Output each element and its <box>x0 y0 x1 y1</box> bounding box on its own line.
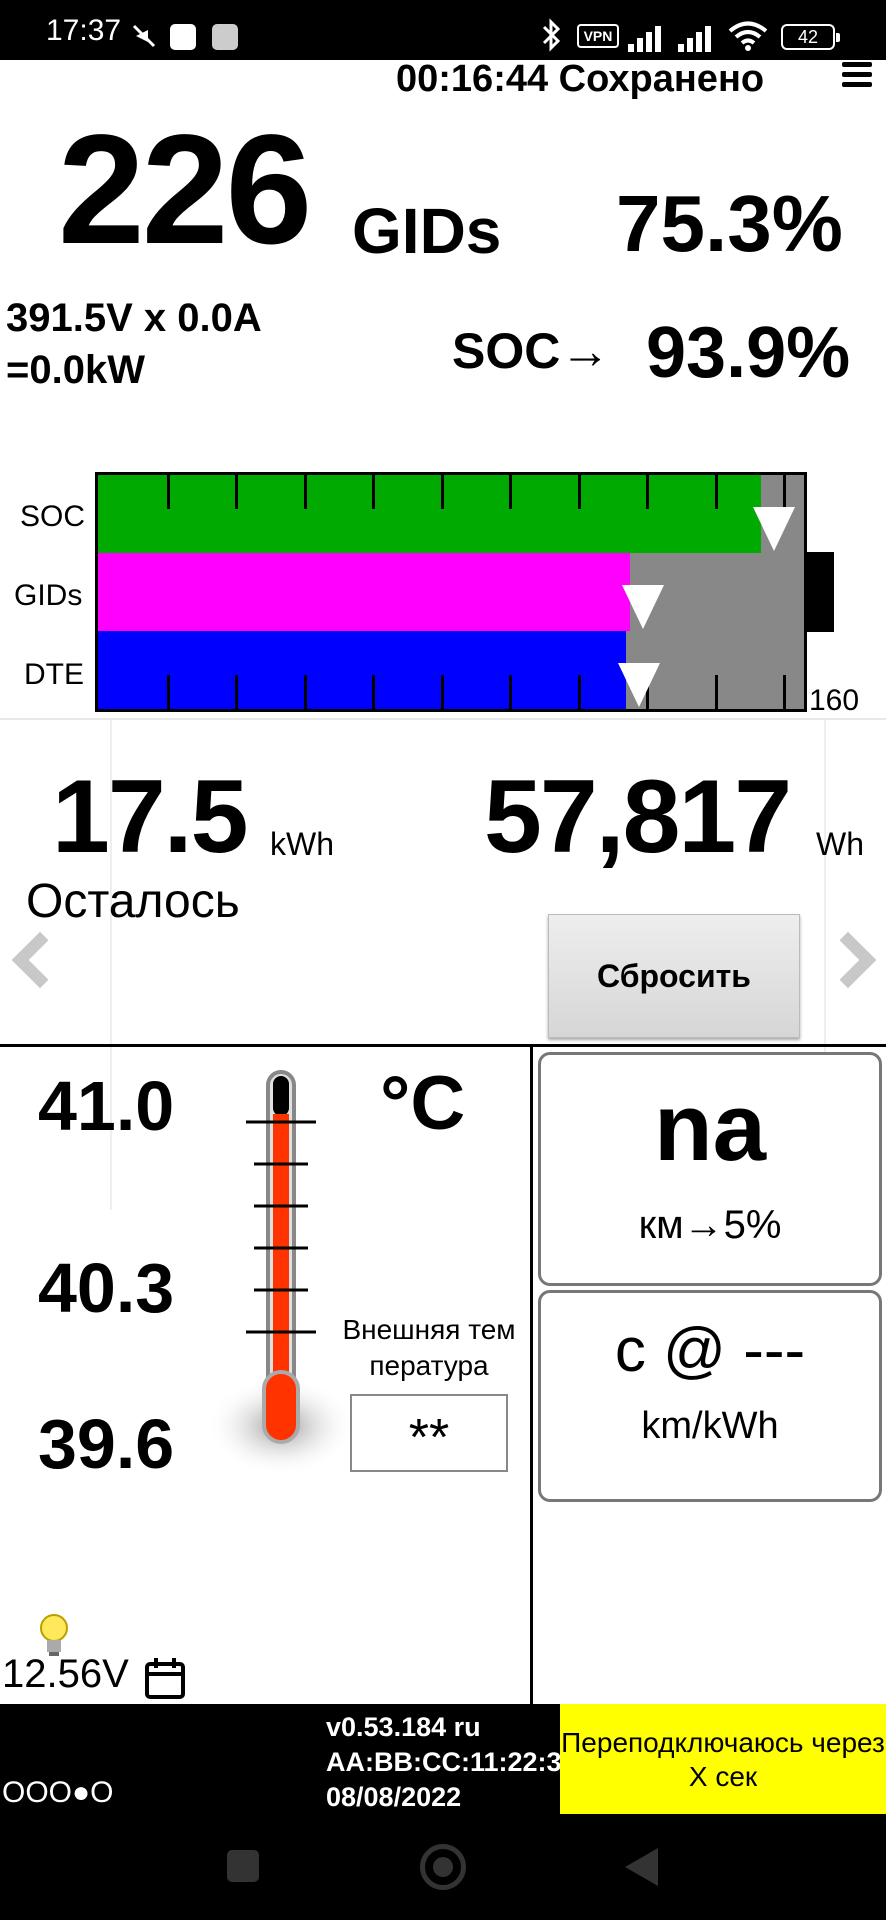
remaining-energy-unit: kWh <box>270 826 334 862</box>
battery-icon: 42 <box>781 24 840 50</box>
dte-marker-icon <box>618 663 660 707</box>
bar-tick <box>783 675 786 709</box>
nav-bar <box>0 1814 886 1920</box>
temp-max: 41.0 <box>38 1067 175 1145</box>
voltage-current: 391.5V x 0.0A <box>6 296 262 340</box>
range-sub: км→5% <box>638 1203 782 1247</box>
consumed-energy-unit: Wh <box>816 826 864 862</box>
bar-tick <box>715 675 718 709</box>
divider <box>0 718 886 720</box>
bar-tick <box>235 475 238 509</box>
soc-value: 93.9% <box>646 313 851 393</box>
bar-tick <box>441 675 444 709</box>
external-temp-value[interactable]: ** <box>350 1394 508 1472</box>
battery-bar-chart <box>95 472 807 712</box>
bar-tick <box>167 475 170 509</box>
gids-percent: 75.3% <box>616 179 843 268</box>
gids-label: GIDs <box>352 195 502 267</box>
aux-voltage: 12.56V <box>2 1652 129 1696</box>
power-readout: =0.0kW <box>6 348 145 392</box>
gids-bar <box>98 553 630 631</box>
dte-bar <box>98 631 626 709</box>
bar-tick <box>167 675 170 709</box>
vpn-badge: VPN <box>577 24 619 48</box>
home-button[interactable] <box>420 1844 466 1890</box>
external-temp-label: Внешняя температура <box>342 1314 516 1381</box>
status-time: 17:37 <box>46 14 122 47</box>
info-bar: OOO●O v0.53.184 ru AA:BB:CC:11:22:33 08/… <box>0 1704 886 1814</box>
soc-label: SOC→ <box>452 323 611 379</box>
bar-max-label: 160 <box>809 684 860 717</box>
bar-label-soc: SOC <box>20 500 86 533</box>
bar-tick <box>509 475 512 509</box>
mute-icon <box>130 22 158 55</box>
back-button[interactable] <box>625 1848 658 1886</box>
signal-icon <box>628 24 668 57</box>
wifi-icon <box>728 20 768 57</box>
device-mac: AA:BB:CC:11:22:33 <box>326 1747 560 1777</box>
range-value: na <box>653 1074 767 1181</box>
battery-terminal-icon <box>806 552 834 632</box>
bar-tick <box>372 675 375 709</box>
bar-tick <box>646 475 649 509</box>
bar-label-gids: GIDs <box>14 579 83 612</box>
soc-marker-icon <box>753 507 795 551</box>
gids-value: 226 <box>58 103 312 277</box>
menu-icon[interactable] <box>842 62 872 88</box>
bar-tick <box>304 475 307 509</box>
divider <box>530 1046 533 1706</box>
bar-label-dte: DTE <box>24 658 84 691</box>
bar-tick <box>715 475 718 509</box>
gids-marker-icon <box>622 585 664 629</box>
bar-tick <box>783 475 786 509</box>
divider <box>0 1044 886 1047</box>
notification-icon <box>170 24 196 50</box>
remaining-energy-value: 17.5 <box>52 759 248 875</box>
range-card[interactable]: na км→5% <box>538 1052 882 1286</box>
notification-icon-2 <box>212 24 238 50</box>
chevron-right-icon[interactable] <box>819 931 877 989</box>
bar-tick <box>372 475 375 509</box>
temp-unit: °C <box>380 1061 466 1146</box>
efficiency-card[interactable]: c @ --- km/kWh <box>538 1290 882 1502</box>
reconnect-warning[interactable]: Переподключаюсь через X сек <box>560 1704 886 1814</box>
bar-tick <box>578 475 581 509</box>
consumed-energy-value: 57,817 <box>484 759 792 875</box>
status-bar: 17:37 VPN 42 <box>0 0 886 60</box>
signal-icon-2 <box>678 24 718 57</box>
efficiency-value: c @ --- <box>614 1316 806 1385</box>
bar-tick <box>441 475 444 509</box>
recents-button[interactable] <box>227 1850 259 1882</box>
bluetooth-icon <box>540 18 564 57</box>
page-indicator: OOO●O <box>2 1776 114 1809</box>
app-version: v0.53.184 ru <box>326 1712 481 1742</box>
app-date: 08/08/2022 <box>326 1782 462 1812</box>
bar-tick <box>509 675 512 709</box>
thermometer-icon <box>206 1066 356 1491</box>
remaining-label: Осталось <box>26 875 240 928</box>
saved-status: 00:16:44 Сохранено <box>396 58 765 100</box>
calendar-icon[interactable] <box>144 1656 186 1705</box>
bar-tick <box>304 675 307 709</box>
temp-avg: 40.3 <box>38 1249 175 1327</box>
soc-bar <box>98 475 761 553</box>
bar-tick <box>235 675 238 709</box>
chevron-left-icon[interactable] <box>11 931 69 989</box>
app-info: v0.53.184 ru AA:BB:CC:11:22:33 08/08/202… <box>326 1710 560 1815</box>
reset-button[interactable]: Сбросить <box>548 914 800 1038</box>
efficiency-unit: km/kWh <box>641 1405 779 1447</box>
bar-tick <box>578 675 581 709</box>
temp-min: 39.6 <box>38 1405 175 1483</box>
